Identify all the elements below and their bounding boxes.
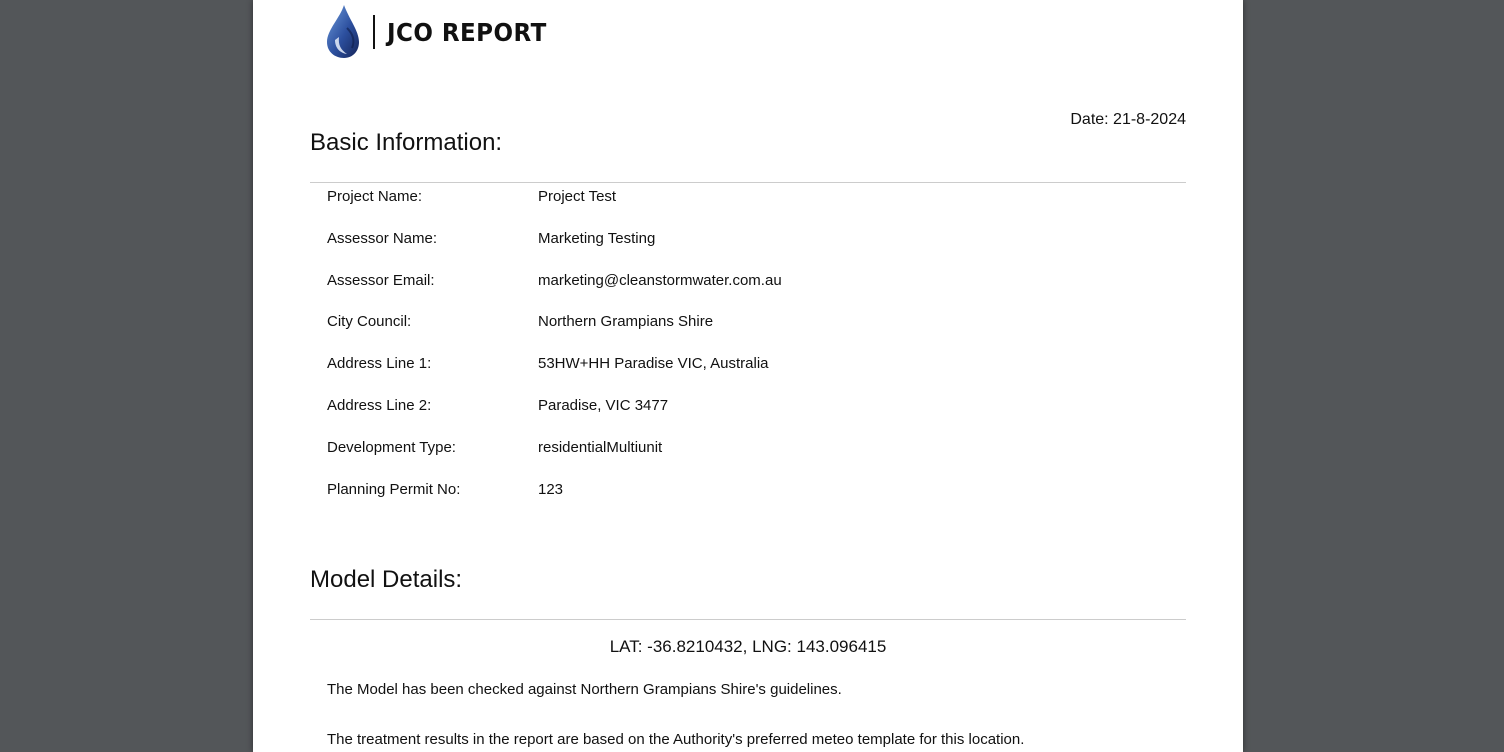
report-logo: JCO REPORT (323, 4, 561, 60)
info-row-address-line-2: Address Line 2: Paradise, VIC 3477 (327, 397, 1147, 439)
water-drop-icon (327, 5, 359, 58)
info-label: Development Type: (327, 438, 456, 456)
model-coordinates: LAT: -36.8210432, LNG: 143.096415 (609, 637, 887, 656)
info-value: 123 (538, 480, 564, 498)
info-value: marketing@cleanstormwater.com.au (538, 271, 782, 289)
info-row-address-line-1: Address Line 1: 53HW+HH Paradise VIC, Au… (327, 355, 1147, 397)
info-row-assessor-name: Assessor Name: Marketing Testing (327, 230, 1147, 272)
info-label: Planning Permit No: (327, 480, 461, 498)
info-value: Northern Grampians Shire (538, 313, 714, 331)
info-value: Project Test (538, 188, 617, 205)
info-label: City Council: (327, 313, 412, 331)
model-details-title: Model Details: (310, 566, 463, 593)
report-page: JCO REPORT Date: 21-8-2024 Basic Informa… (253, 0, 1243, 752)
basic-info-title: Basic Information: (310, 129, 503, 156)
info-label: Address Line 1: (327, 355, 432, 373)
basic-info-table: Project Name: Project Test Assessor Name… (327, 188, 1147, 522)
info-row-development-type: Development Type: residentialMultiunit (327, 439, 1147, 481)
info-value: Paradise, VIC 3477 (538, 396, 669, 414)
info-label: Project Name: (327, 188, 423, 205)
pdf-viewer[interactable]: JCO REPORT Date: 21-8-2024 Basic Informa… (0, 0, 1504, 752)
logo-divider (373, 15, 375, 49)
info-label: Address Line 2: (327, 396, 432, 414)
info-label: Assessor Email: (327, 271, 435, 289)
info-row-city-council: City Council: Northern Grampians Shire (327, 313, 1147, 355)
info-value: 53HW+HH Paradise VIC, Australia (538, 355, 769, 373)
report-date: Date: 21-8-2024 (1070, 111, 1186, 128)
info-row-planning-permit: Planning Permit No: 123 (327, 481, 1147, 523)
info-value: Marketing Testing (538, 229, 656, 247)
info-value: residentialMultiunit (538, 438, 663, 456)
model-guidelines-text: The Model has been checked against North… (327, 681, 842, 698)
info-row-assessor-email: Assessor Email: marketing@cleanstormwate… (327, 272, 1147, 314)
section-divider (310, 619, 1186, 620)
info-row-project-name: Project Name: Project Test (327, 188, 1147, 230)
model-meteo-text: The treatment results in the report are … (327, 731, 1025, 748)
section-divider (310, 182, 1186, 183)
info-label: Assessor Name: (327, 229, 438, 247)
logo-text: JCO REPORT (387, 17, 547, 47)
